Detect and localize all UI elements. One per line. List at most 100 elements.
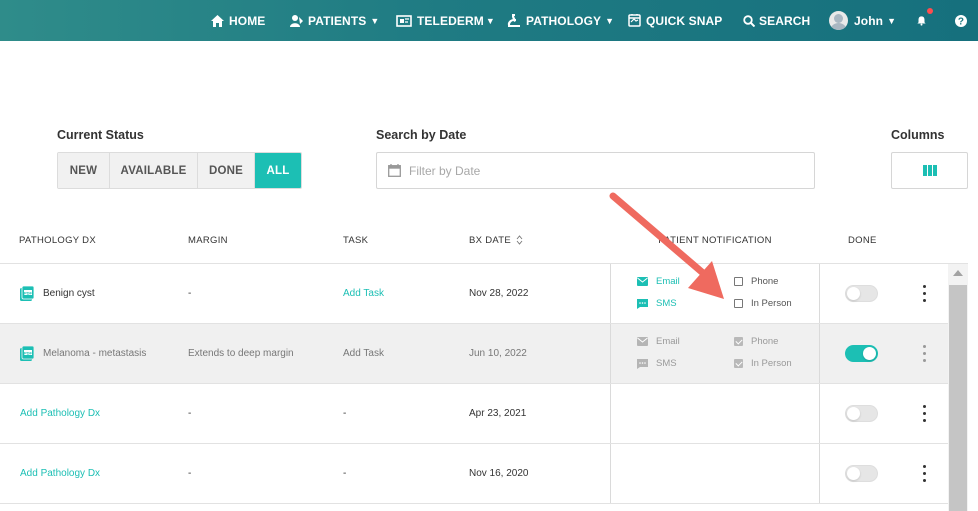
pathology-dx-cell[interactable]: PDF Benign cyst xyxy=(20,264,95,323)
table-row[interactable]: PDF Melanoma - metastasis Extends to dee… xyxy=(0,324,948,384)
pdf-icon[interactable]: PDF xyxy=(20,286,34,301)
notify-in-person-checkbox[interactable]: In Person xyxy=(734,358,792,369)
nav-pathology-label: PATHOLOGY xyxy=(526,13,602,28)
email-icon xyxy=(637,337,648,346)
pathology-dx-cell[interactable]: PDF Melanoma - metastasis xyxy=(20,324,146,383)
sms-icon xyxy=(637,358,648,369)
user-name: John xyxy=(854,13,884,28)
notify-email[interactable]: Email xyxy=(637,336,680,347)
pathology-dx-text: Benign cyst xyxy=(43,288,95,299)
row-menu-icon[interactable] xyxy=(919,465,929,482)
bell-icon xyxy=(917,16,926,26)
notify-in-person-checkbox[interactable]: In Person xyxy=(734,298,792,309)
notification-dot xyxy=(927,8,933,14)
header-patient-notification: PATIENT NOTIFICATION xyxy=(658,234,772,246)
row-menu-icon[interactable] xyxy=(919,405,929,422)
header-bx-date-label: BX DATE xyxy=(469,234,512,246)
done-toggle[interactable] xyxy=(845,465,878,482)
margin-cell: Extends to deep margin xyxy=(188,348,294,359)
patient-notification-cell xyxy=(610,444,820,503)
pdf-icon[interactable]: PDF xyxy=(20,346,34,361)
date-filter-field[interactable] xyxy=(376,152,815,189)
pathology-dx-text: Melanoma - metastasis xyxy=(43,348,147,359)
margin-cell: - xyxy=(188,288,192,299)
header-task[interactable]: TASK xyxy=(343,216,368,264)
nav-telederm-label: TELEDERM xyxy=(417,13,484,28)
columns-label: Columns xyxy=(891,128,945,142)
calendar-icon xyxy=(388,164,401,177)
done-toggle[interactable] xyxy=(845,405,878,422)
svg-text:PDF: PDF xyxy=(24,290,33,295)
margin-cell: - xyxy=(188,408,192,419)
checkbox-checked[interactable] xyxy=(734,359,743,368)
chevron-down-icon: ▼ xyxy=(485,15,495,26)
notify-email[interactable]: Email xyxy=(637,276,680,287)
add-task-link[interactable]: Add Task xyxy=(343,264,384,323)
status-all-button[interactable]: ALL xyxy=(255,153,301,188)
chevron-down-icon: ▼ xyxy=(370,15,380,26)
notify-phone-checkbox[interactable]: Phone xyxy=(734,276,778,287)
table-row[interactable]: Add Pathology Dx - - Nov 16, 2020 xyxy=(0,444,948,504)
nav-patients[interactable]: PATIENTS ▼ xyxy=(290,0,379,41)
add-task-link[interactable]: Add Task xyxy=(343,324,384,383)
checkbox[interactable] xyxy=(734,277,743,286)
nav-user-menu[interactable]: John ▼ xyxy=(829,0,896,41)
columns-button[interactable] xyxy=(891,152,968,189)
date-filter-input[interactable] xyxy=(409,163,789,178)
table-row[interactable]: PDF Benign cyst - Add Task Nov 28, 2022 … xyxy=(0,264,948,324)
row-menu-icon[interactable] xyxy=(919,345,929,362)
notify-sms[interactable]: SMS xyxy=(637,358,677,369)
current-status-label: Current Status xyxy=(57,128,144,142)
sms-icon xyxy=(637,298,648,309)
status-available-button[interactable]: AVAILABLE xyxy=(110,153,198,188)
bx-date-cell: Nov 16, 2020 xyxy=(469,468,529,479)
add-pathology-dx-link[interactable]: Add Pathology Dx xyxy=(20,384,100,443)
toggle-knob xyxy=(847,467,860,480)
nav-help[interactable]: ? xyxy=(955,0,972,41)
nav-quick-snap[interactable]: QUICK SNAP xyxy=(628,0,722,41)
add-pathology-dx-link[interactable]: Add Pathology Dx xyxy=(20,444,100,503)
svg-text:PDF: PDF xyxy=(24,350,33,355)
scroll-up-arrow-icon[interactable] xyxy=(953,270,963,276)
header-pathology-dx[interactable]: PATHOLOGY DX xyxy=(19,216,96,264)
chevron-down-icon: ▼ xyxy=(605,15,615,26)
task-cell: - xyxy=(343,468,347,479)
done-toggle[interactable] xyxy=(845,345,878,362)
quick-snap-icon xyxy=(628,14,641,27)
status-done-button[interactable]: DONE xyxy=(198,153,255,188)
bx-date-cell: Nov 28, 2022 xyxy=(469,288,529,299)
nav-search[interactable]: SEARCH xyxy=(743,0,810,41)
row-menu-icon[interactable] xyxy=(919,285,929,302)
header-done: DONE xyxy=(848,234,877,246)
header-margin[interactable]: MARGIN xyxy=(188,216,228,264)
nav-pathology[interactable]: PATHOLOGY ▼ xyxy=(507,0,614,41)
table-row[interactable]: Add Pathology Dx - - Apr 23, 2021 xyxy=(0,384,948,444)
toggle-knob xyxy=(847,407,860,420)
status-new-button[interactable]: NEW xyxy=(58,153,110,188)
done-toggle[interactable] xyxy=(845,285,878,302)
chevron-down-icon: ▼ xyxy=(887,15,897,26)
columns-icon xyxy=(922,165,937,176)
telederm-icon xyxy=(396,14,412,27)
help-icon: ? xyxy=(955,14,967,27)
nav-notifications[interactable] xyxy=(917,0,933,41)
nav-quick-snap-label: QUICK SNAP xyxy=(646,13,723,28)
svg-text:?: ? xyxy=(958,16,964,27)
notify-sms[interactable]: SMS xyxy=(637,298,677,309)
nav-home[interactable]: HOME xyxy=(211,0,265,41)
status-segmented-control: NEW AVAILABLE DONE ALL xyxy=(57,152,302,189)
notify-phone-checkbox[interactable]: Phone xyxy=(734,336,778,347)
table-header: PATHOLOGY DX MARGIN TASK BX DATE PATIENT… xyxy=(0,216,968,264)
margin-cell: - xyxy=(188,468,192,479)
checkbox-checked[interactable] xyxy=(734,337,743,346)
sort-icon xyxy=(516,235,523,245)
header-bx-date[interactable]: BX DATE xyxy=(469,216,523,264)
scrollbar-thumb[interactable] xyxy=(949,285,967,511)
email-icon xyxy=(637,277,648,286)
patient-notification-cell: Email SMS Phone In Person xyxy=(610,264,820,323)
nav-home-label: HOME xyxy=(229,13,266,28)
avatar xyxy=(829,11,848,30)
checkbox[interactable] xyxy=(734,299,743,308)
nav-telederm[interactable]: TELEDERM ▼ xyxy=(396,0,495,41)
toggle-knob xyxy=(863,347,876,360)
